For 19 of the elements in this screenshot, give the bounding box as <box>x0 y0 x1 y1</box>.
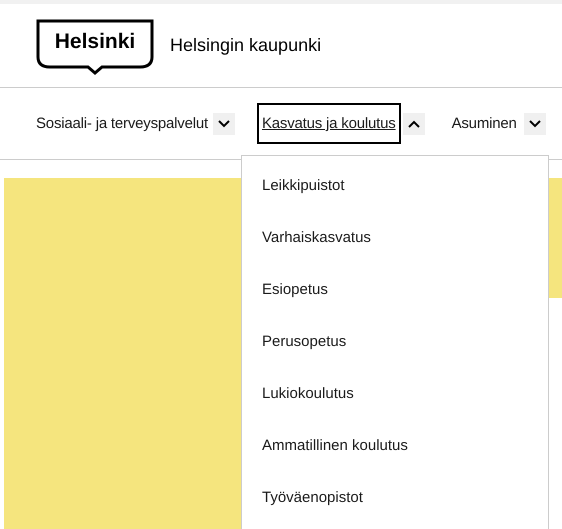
chevron-down-icon <box>528 120 541 128</box>
nav-link[interactable]: Asuminen <box>446 103 522 144</box>
chevron-toggle[interactable] <box>402 112 425 134</box>
menu-item[interactable]: Ammatillinen koulutus <box>242 420 548 472</box>
chevron-down-icon <box>218 120 230 128</box>
menu-item[interactable]: Työväenopistot <box>242 472 548 524</box>
menu-item[interactable]: Perusopetus <box>242 316 548 368</box>
nav-link[interactable]: Kasvatus ja koulutus <box>256 103 401 144</box>
chevron-toggle[interactable] <box>212 112 235 134</box>
logo-shield-icon <box>36 18 154 74</box>
chevron-toggle[interactable] <box>524 112 546 134</box>
menu-item[interactable]: Esiopetus <box>242 264 548 316</box>
site-name: Helsingin kaupunki <box>170 35 322 56</box>
menu-item[interactable]: Varhaiskasvatus <box>242 212 548 264</box>
menu-item[interactable]: Lukiokoulutus <box>242 368 548 420</box>
nav-link[interactable]: Sosiaali- ja terveyspalvelut <box>36 105 211 142</box>
chevron-up-icon <box>408 120 420 128</box>
menu-item[interactable]: Leikkipuistot <box>242 160 548 212</box>
helsinki-logo[interactable]: Helsinki <box>36 18 154 74</box>
